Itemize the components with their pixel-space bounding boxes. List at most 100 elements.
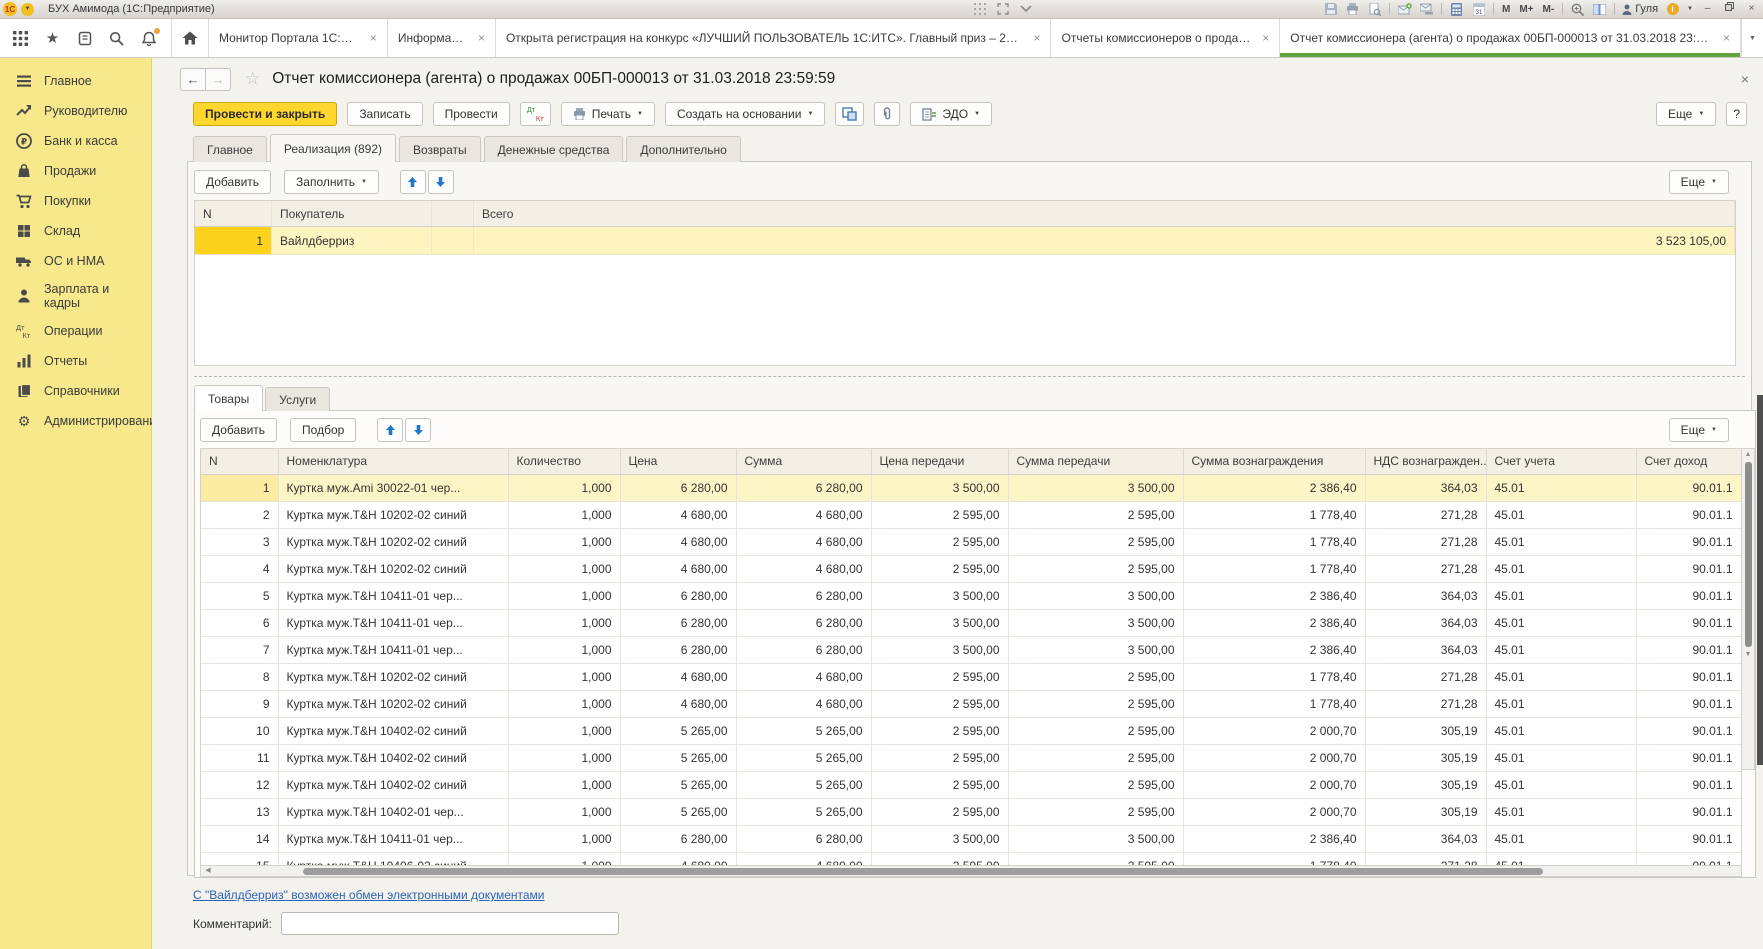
memory-m-plus-button[interactable]: M+ — [1518, 4, 1534, 15]
table-row[interactable]: 4Куртка муж.T&H 10202-02 синий1,0004 680… — [201, 555, 1741, 582]
comment-input[interactable] — [281, 912, 619, 935]
print-preview-icon[interactable] — [1367, 2, 1382, 16]
table-row[interactable]: 5Куртка муж.T&H 10411-01 чер...1,0006 28… — [201, 582, 1741, 609]
restore-button[interactable] — [1722, 2, 1737, 16]
table-cell[interactable]: 13 — [201, 798, 278, 825]
table-row[interactable]: 2Куртка муж.T&H 10202-02 синий1,0004 680… — [201, 501, 1741, 528]
table-cell[interactable]: 45.01 — [1486, 474, 1636, 501]
table-row[interactable]: 11Куртка муж.T&H 10402-02 синий1,0005 26… — [201, 744, 1741, 771]
table-cell[interactable]: 45.01 — [1486, 501, 1636, 528]
table-cell[interactable]: 1,000 — [508, 528, 620, 555]
table-cell[interactable]: 6 — [201, 609, 278, 636]
post-and-close-button[interactable]: Провести и закрыть — [193, 102, 337, 126]
back-button[interactable]: ← — [180, 68, 206, 91]
table-row[interactable]: 8Куртка муж.T&H 10202-02 синий1,0004 680… — [201, 663, 1741, 690]
more-button[interactable]: Еще▼ — [1656, 102, 1716, 126]
sidebar-item-pokupki[interactable]: Покупки — [0, 186, 151, 216]
table-cell[interactable]: 1,000 — [508, 609, 620, 636]
scroll-left-icon[interactable]: ◀ — [201, 866, 215, 876]
table-cell[interactable]: Куртка муж.T&H 10402-01 чер... — [278, 798, 508, 825]
table-cell[interactable]: 4 680,00 — [736, 555, 871, 582]
add-item-button[interactable]: Добавить — [200, 418, 277, 442]
column-header[interactable]: Цена передачи — [871, 449, 1008, 474]
table-cell[interactable]: 1,000 — [508, 771, 620, 798]
scroll-down-icon[interactable]: ▼ — [1745, 649, 1752, 660]
app-tab[interactable]: Отчет комиссионера (агента) о продажах 0… — [1280, 19, 1741, 57]
table-cell[interactable]: 90.01.1 — [1636, 501, 1741, 528]
table-cell[interactable]: 1,000 — [508, 798, 620, 825]
table-cell[interactable]: 1,000 — [508, 474, 620, 501]
move-down-button[interactable] — [405, 418, 431, 442]
column-header[interactable]: Сумма вознаграждения — [1183, 449, 1365, 474]
table-cell[interactable]: 2 595,00 — [871, 690, 1008, 717]
table-cell[interactable]: 6 280,00 — [620, 825, 736, 852]
table-cell[interactable]: 271,28 — [1365, 663, 1486, 690]
table-cell[interactable]: 2 386,40 — [1183, 609, 1365, 636]
calendar-icon[interactable]: 31 — [1471, 2, 1486, 16]
mail-add-icon[interactable] — [1397, 2, 1412, 16]
table-cell[interactable]: 3 500,00 — [1008, 609, 1183, 636]
doc-tab-Реализация (892)[interactable]: Реализация (892) — [270, 134, 396, 162]
table-cell[interactable]: 90.01.1 — [1636, 744, 1741, 771]
print-icon[interactable] — [1345, 2, 1360, 16]
table-cell[interactable]: 305,19 — [1365, 717, 1486, 744]
table-cell[interactable]: 5 265,00 — [620, 744, 736, 771]
table-cell[interactable]: 6 280,00 — [736, 582, 871, 609]
table-cell[interactable]: 11 — [201, 744, 278, 771]
doc-tab-Возвраты[interactable]: Возвраты — [399, 136, 481, 162]
split-view-icon[interactable] — [1592, 2, 1607, 16]
app-tab[interactable]: Отчеты комиссионеров о продажах× — [1051, 19, 1280, 57]
table-row[interactable]: 15Куртка муж.T&H 10406-02 синий1,0004 68… — [201, 852, 1741, 865]
table-cell[interactable]: Куртка муж.T&H 10202-02 синий — [278, 528, 508, 555]
table-cell[interactable]: 2 595,00 — [1008, 501, 1183, 528]
table-cell[interactable]: 1 778,40 — [1183, 663, 1365, 690]
table-cell[interactable]: Куртка муж.T&H 10402-02 синий — [278, 744, 508, 771]
table-cell[interactable]: 45.01 — [1486, 663, 1636, 690]
dots-grid-icon[interactable] — [972, 2, 987, 16]
table-cell[interactable]: 2 595,00 — [871, 744, 1008, 771]
form-scrollbar-thumb[interactable] — [1757, 395, 1763, 765]
table-cell[interactable]: Куртка муж.T&H 10402-02 синий — [278, 771, 508, 798]
horizontal-scrollbar[interactable]: ◀ — [200, 865, 1742, 877]
column-header[interactable]: N — [195, 201, 272, 226]
table-cell[interactable]: 3 500,00 — [871, 636, 1008, 663]
table-cell[interactable]: 5 265,00 — [736, 798, 871, 825]
table-cell[interactable]: 4 680,00 — [736, 852, 871, 865]
table-row[interactable]: 13Куртка муж.T&H 10402-01 чер...1,000 5 2… — [201, 798, 1741, 825]
table-cell[interactable]: 1 — [201, 474, 278, 501]
sidebar-item-glavnoe[interactable]: Главное — [0, 66, 151, 96]
table-cell[interactable]: 90.01.1 — [1636, 663, 1741, 690]
favorites-star-icon[interactable]: ★ — [44, 30, 61, 47]
table-cell[interactable]: 271,28 — [1365, 528, 1486, 555]
table-cell[interactable]: 45.01 — [1486, 852, 1636, 865]
table-cell[interactable]: 3 500,00 — [1008, 636, 1183, 663]
sidebar-item-bank-kassa[interactable]: ₽Банк и касса — [0, 126, 151, 156]
vertical-scroll-thumb[interactable] — [1745, 462, 1752, 647]
table-row[interactable]: 9Куртка муж.T&H 10202-02 синий1,0004 680… — [201, 690, 1741, 717]
fill-button[interactable]: Заполнить▼ — [284, 170, 379, 194]
table-cell[interactable]: 2 595,00 — [871, 555, 1008, 582]
table-cell[interactable]: 2 595,00 — [1008, 798, 1183, 825]
table-cell[interactable]: 90.01.1 — [1636, 798, 1741, 825]
column-header[interactable]: Покупатель — [272, 201, 432, 226]
table-cell[interactable]: 1,000 — [508, 501, 620, 528]
column-header[interactable]: N — [201, 449, 278, 474]
table-cell[interactable]: 45.01 — [1486, 555, 1636, 582]
table-cell[interactable]: 5 265,00 — [736, 771, 871, 798]
search-icon[interactable] — [108, 30, 125, 47]
help-button[interactable]: ? — [1726, 102, 1747, 126]
sidebar-item-rukovoditelyu[interactable]: Руководителю — [0, 96, 151, 126]
calculator-icon[interactable] — [1449, 2, 1464, 16]
table-cell[interactable]: 364,03 — [1365, 636, 1486, 663]
table-cell[interactable]: 6 280,00 — [736, 609, 871, 636]
goods-tab-Товары[interactable]: Товары — [194, 385, 263, 411]
column-header[interactable]: НДС вознагражден... — [1365, 449, 1486, 474]
table-cell[interactable]: 2 595,00 — [871, 717, 1008, 744]
tab-close-icon[interactable]: × — [370, 31, 377, 45]
memory-m-minus-button[interactable]: M- — [1542, 4, 1556, 15]
table-cell[interactable]: 364,03 — [1365, 582, 1486, 609]
table-cell[interactable]: Куртка муж.T&H 10202-02 синий — [278, 501, 508, 528]
table-cell[interactable]: 2 595,00 — [1008, 663, 1183, 690]
table-cell[interactable]: 4 680,00 — [620, 501, 736, 528]
column-header[interactable]: Счет доход — [1636, 449, 1741, 474]
